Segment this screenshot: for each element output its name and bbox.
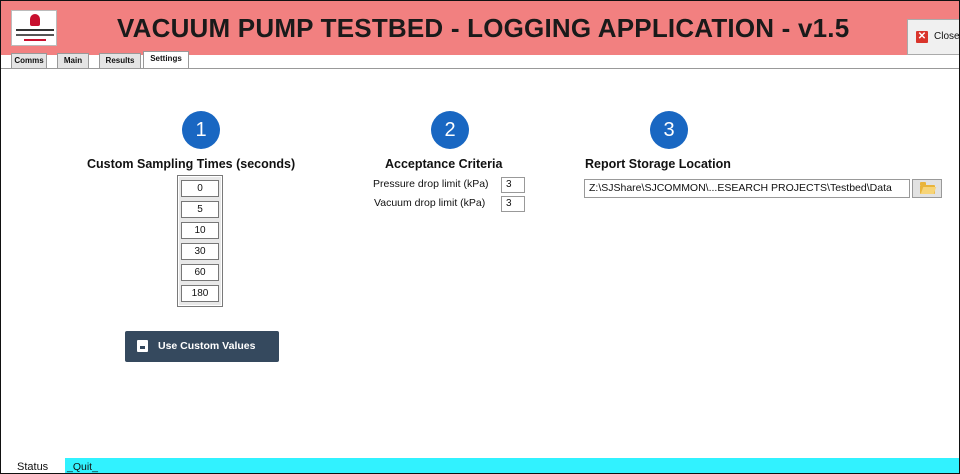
step-3-badge: 3 xyxy=(650,111,688,149)
status-message: _Quit_ xyxy=(65,458,959,473)
tab-settings[interactable]: Settings xyxy=(143,51,189,68)
close-button[interactable]: ✕ Close xyxy=(907,19,960,55)
sampling-heading: Custom Sampling Times (seconds) xyxy=(87,157,296,171)
sampling-time-field[interactable]: 30 xyxy=(181,243,219,260)
app-window: VACUUM PUMP TESTBED - LOGGING APPLICATIO… xyxy=(0,0,960,474)
close-button-label: Close xyxy=(934,31,960,42)
acceptance-heading: Acceptance Criteria xyxy=(385,157,503,171)
pressure-drop-input[interactable]: 3 xyxy=(501,177,525,193)
sampling-time-field[interactable]: 0 xyxy=(181,180,219,197)
browse-folder-button[interactable] xyxy=(912,179,942,198)
status-label: Status xyxy=(1,458,65,473)
sampling-time-field[interactable]: 5 xyxy=(181,201,219,218)
tab-divider xyxy=(1,68,959,69)
tab-results[interactable]: Results xyxy=(99,53,141,68)
folder-open-icon xyxy=(920,182,935,194)
step-2-badge: 2 xyxy=(431,111,469,149)
tab-comms[interactable]: Comms xyxy=(11,53,47,68)
use-custom-values-button[interactable]: Use Custom Values xyxy=(125,331,279,362)
sampling-time-field[interactable]: 10 xyxy=(181,222,219,239)
step-1-badge: 1 xyxy=(182,111,220,149)
hospital-logo xyxy=(11,10,57,46)
vacuum-drop-label: Vacuum drop limit (kPa) xyxy=(374,197,486,209)
save-icon xyxy=(137,340,148,352)
storage-path-input[interactable]: Z:\SJShare\SJCOMMON\...ESEARCH PROJECTS\… xyxy=(584,179,910,198)
app-title: VACUUM PUMP TESTBED - LOGGING APPLICATIO… xyxy=(117,13,850,43)
pressure-drop-label: Pressure drop limit (kPa) xyxy=(373,178,489,190)
tab-main[interactable]: Main xyxy=(57,53,89,68)
storage-heading: Report Storage Location xyxy=(585,157,731,171)
sampling-time-field[interactable]: 180 xyxy=(181,285,219,302)
title-bar: VACUUM PUMP TESTBED - LOGGING APPLICATIO… xyxy=(1,1,959,55)
sampling-time-field[interactable]: 60 xyxy=(181,264,219,281)
use-custom-values-label: Use Custom Values xyxy=(158,340,256,352)
close-icon: ✕ xyxy=(916,31,928,43)
vacuum-drop-input[interactable]: 3 xyxy=(501,196,525,212)
